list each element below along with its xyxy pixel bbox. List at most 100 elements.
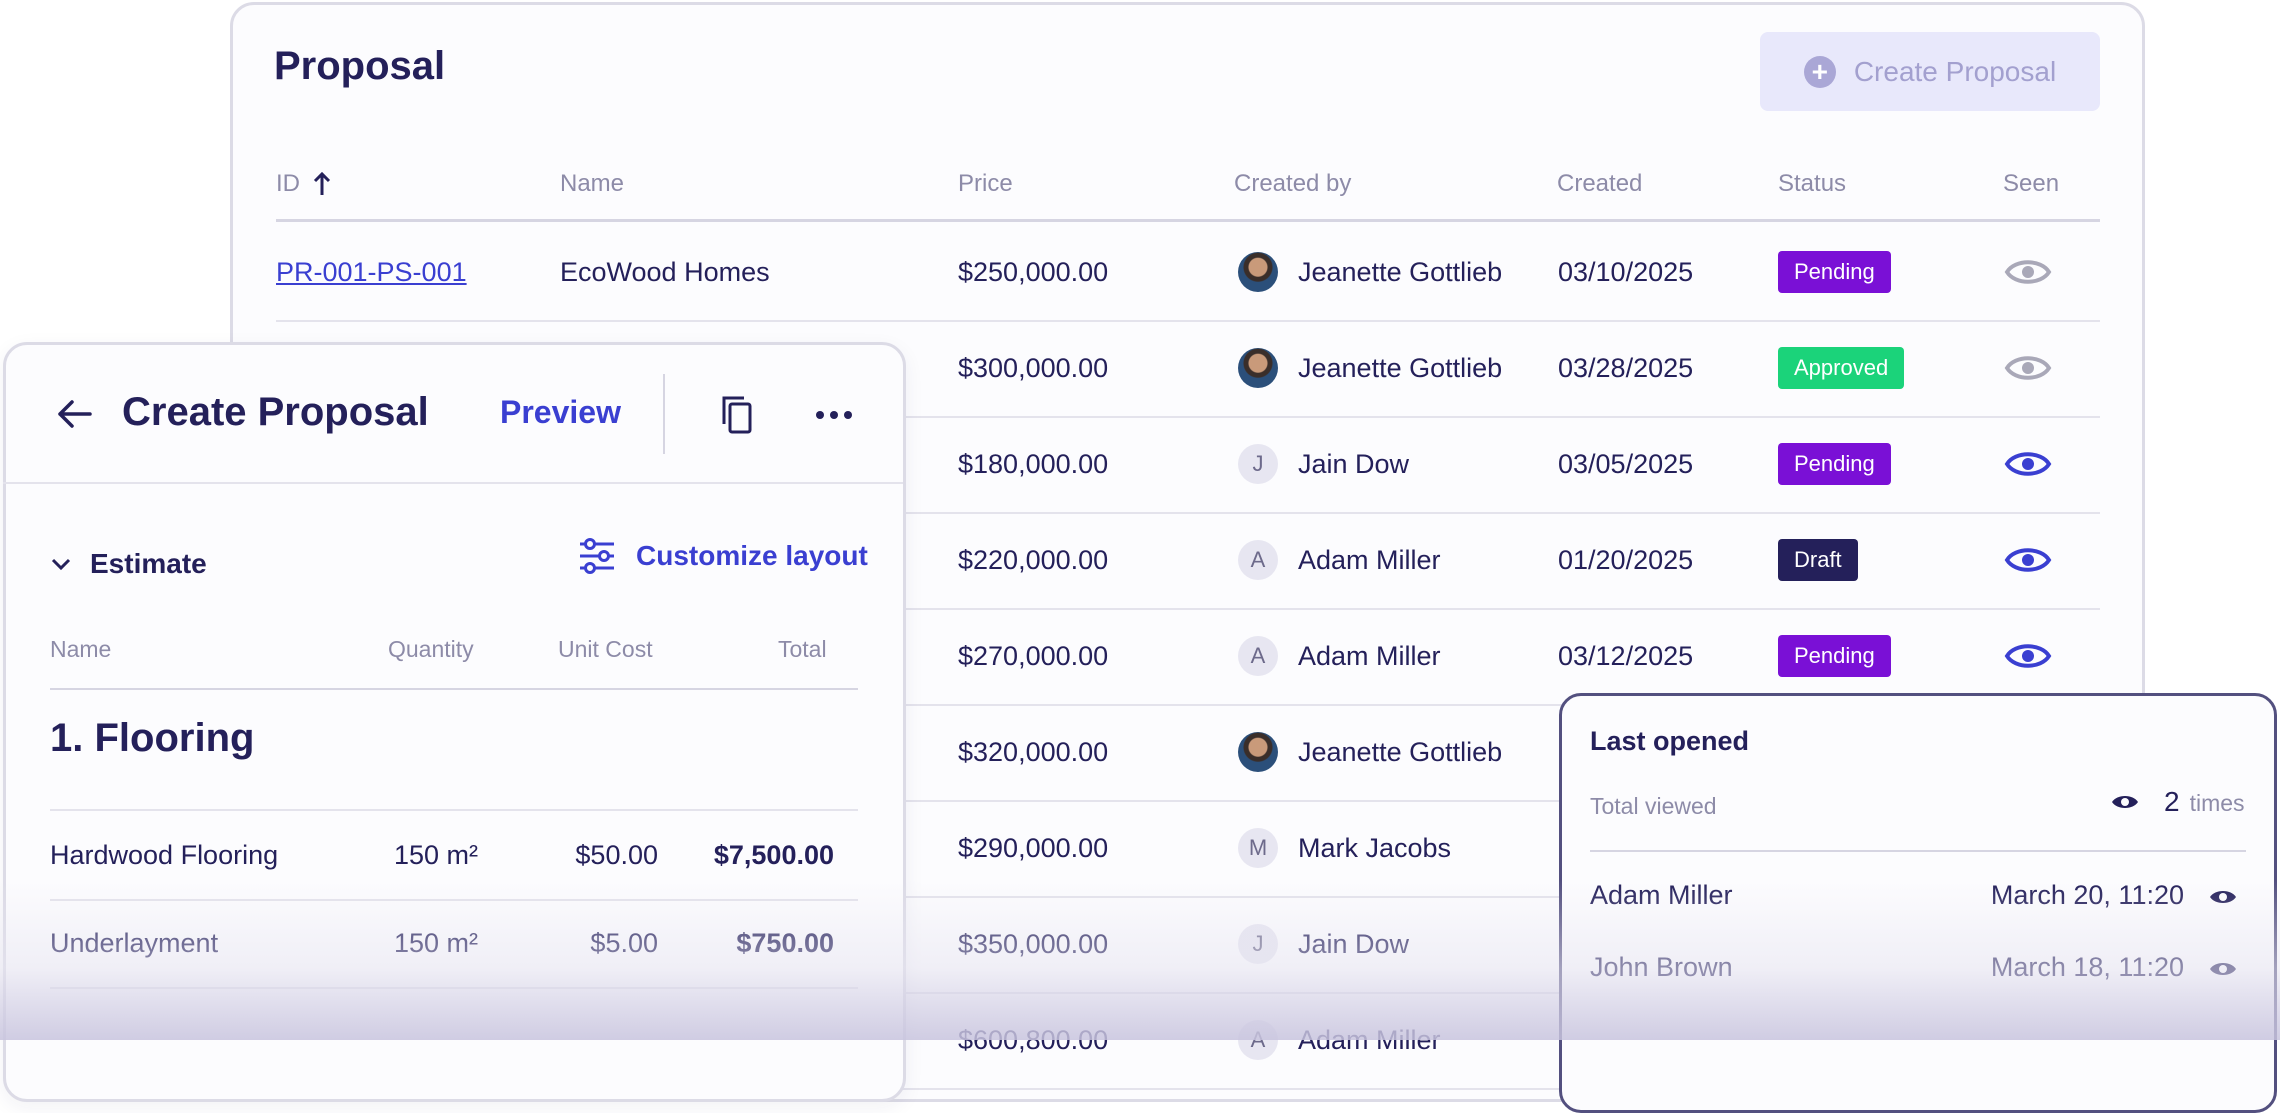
row-status: Pending: [1778, 224, 1891, 320]
avatar: A: [1238, 636, 1278, 676]
avatar: J: [1238, 924, 1278, 964]
eye-icon: [2004, 260, 2052, 284]
viewer-time: March 20, 11:20: [1990, 880, 2184, 910]
eye-icon: [2004, 452, 2052, 476]
row-status: Pending: [1778, 416, 1891, 512]
proposal-id-link[interactable]: PR-001-PS-001: [276, 257, 467, 288]
creator-name: Jain Dow: [1298, 448, 1410, 479]
column-header-id[interactable]: ID: [276, 170, 332, 198]
row-seen[interactable]: [2004, 608, 2052, 704]
avatar: [1238, 732, 1278, 772]
viewer-name: John Brown: [1590, 952, 1733, 982]
group-title: 1. Flooring: [50, 716, 255, 760]
column-header-id-label: ID: [276, 170, 300, 197]
customize-layout-button[interactable]: Customize layout: [578, 538, 868, 574]
estimate-col-unit-cost: Unit Cost: [558, 636, 653, 662]
last-opened-title: Last opened: [1590, 726, 1750, 756]
viewer-row: Adam Miller March 20, 11:20: [1590, 880, 2246, 920]
row-price: $180,000.00: [958, 448, 1109, 479]
creator-name: Mark Jacobs: [1298, 832, 1452, 863]
row-created-by: A Adam Miller: [1238, 512, 1441, 608]
eye-icon: [2004, 548, 2052, 572]
creator-name: Jeanette Gottlieb: [1298, 352, 1503, 383]
item-name: Hardwood Flooring: [50, 839, 279, 870]
preview-button[interactable]: Preview: [500, 394, 621, 431]
row-price: $290,000.00: [958, 832, 1109, 863]
estimate-col-name: Name: [50, 636, 112, 662]
row-name: EcoWood Homes: [560, 256, 770, 287]
creator-name: Jeanette Gottlieb: [1298, 256, 1503, 287]
row-created-by: Jeanette Gottlieb: [1238, 224, 1502, 320]
estimate-line-item[interactable]: Hardwood Flooring 150 m² $50.00 $7,500.00: [50, 811, 858, 901]
table-header-divider: [276, 219, 2100, 222]
table-row[interactable]: PR-001-PS-001 EcoWood Homes $250,000.00 Jea…: [276, 224, 2100, 322]
item-unit-cost: $5.00: [590, 927, 658, 958]
total-viewed-count: 2 times: [2110, 786, 2245, 818]
item-name: Underlayment: [50, 927, 219, 958]
creator-name: Jeanette Gottlieb: [1298, 736, 1503, 767]
column-header-price[interactable]: Price: [958, 170, 1013, 198]
column-header-created-by[interactable]: Created by: [1234, 170, 1351, 198]
row-price: $270,000.00: [958, 640, 1109, 671]
avatar: J: [1238, 444, 1278, 484]
row-price: $350,000.00: [958, 928, 1109, 959]
estimate-col-quantity: Quantity: [388, 636, 474, 662]
panel-title: Create Proposal: [122, 390, 429, 434]
row-status: Draft: [1778, 512, 1858, 608]
arrow-up-icon: [313, 171, 331, 195]
create-proposal-button[interactable]: + Create Proposal: [1760, 32, 2100, 111]
status-badge: Approved: [1778, 347, 1905, 389]
plus-icon: +: [1803, 55, 1836, 88]
column-header-seen[interactable]: Seen: [2003, 170, 2059, 198]
popover-divider: [1590, 850, 2246, 852]
total-viewed-unit: times: [2189, 790, 2245, 816]
avatar: M: [1238, 828, 1278, 868]
eye-icon: [2004, 356, 2052, 380]
row-seen[interactable]: [2004, 224, 2052, 320]
item-total: $750.00: [736, 927, 834, 958]
creator-name: Adam Miller: [1298, 640, 1441, 671]
avatar: A: [1238, 1020, 1278, 1060]
row-seen[interactable]: [2004, 512, 2052, 608]
total-viewed-number: 2: [2164, 786, 2180, 817]
row-price: $600,800.00: [958, 1024, 1109, 1055]
column-header-name[interactable]: Name: [560, 170, 624, 198]
row-created-by: Jeanette Gottlieb: [1238, 320, 1502, 416]
viewer-name: Adam Miller: [1590, 880, 1733, 910]
column-header-created[interactable]: Created: [1557, 170, 1642, 198]
header-divider: [663, 374, 665, 454]
page-title: Proposal: [274, 44, 446, 88]
eye-icon: [2210, 963, 2236, 975]
avatar: A: [1238, 540, 1278, 580]
row-created-by: M Mark Jacobs: [1238, 800, 1451, 896]
viewer-time: March 18, 11:20: [1990, 952, 2184, 982]
creator-name: Adam Miller: [1298, 1024, 1441, 1055]
row-created-by: J Jain Dow: [1238, 416, 1409, 512]
row-created-by: A Adam Miller: [1238, 992, 1441, 1088]
viewer-row: John Brown March 18, 11:20: [1590, 952, 2246, 992]
creator-name: Jain Dow: [1298, 928, 1410, 959]
avatar: [1238, 348, 1278, 388]
more-horizontal-icon[interactable]: [814, 405, 854, 425]
row-seen[interactable]: [2004, 320, 2052, 416]
row-created: 01/20/2025: [1558, 544, 1694, 575]
item-unit-cost: $50.00: [575, 839, 658, 870]
arrow-left-icon[interactable]: [54, 394, 94, 434]
eye-icon: [2210, 891, 2236, 903]
estimate-col-total: Total: [778, 636, 827, 662]
row-created-by: A Adam Miller: [1238, 608, 1441, 704]
column-header-status[interactable]: Status: [1778, 170, 1846, 198]
row-seen[interactable]: [2004, 416, 2052, 512]
row-price: $300,000.00: [958, 352, 1109, 383]
row-created: 03/05/2025: [1558, 448, 1694, 479]
copy-icon[interactable]: [718, 394, 756, 436]
estimate-header-divider: [50, 688, 858, 690]
row-created-by: Jeanette Gottlieb: [1238, 704, 1502, 800]
row-created: 03/28/2025: [1558, 352, 1694, 383]
estimate-section-toggle[interactable]: Estimate: [50, 548, 207, 580]
row-price: $320,000.00: [958, 736, 1109, 767]
row-id: PR-001-PS-001: [276, 224, 467, 320]
eye-icon: [2004, 644, 2052, 668]
estimate-line-item[interactable]: Underlayment 150 m² $5.00 $750.00: [50, 899, 858, 989]
status-badge: Pending: [1778, 635, 1891, 677]
